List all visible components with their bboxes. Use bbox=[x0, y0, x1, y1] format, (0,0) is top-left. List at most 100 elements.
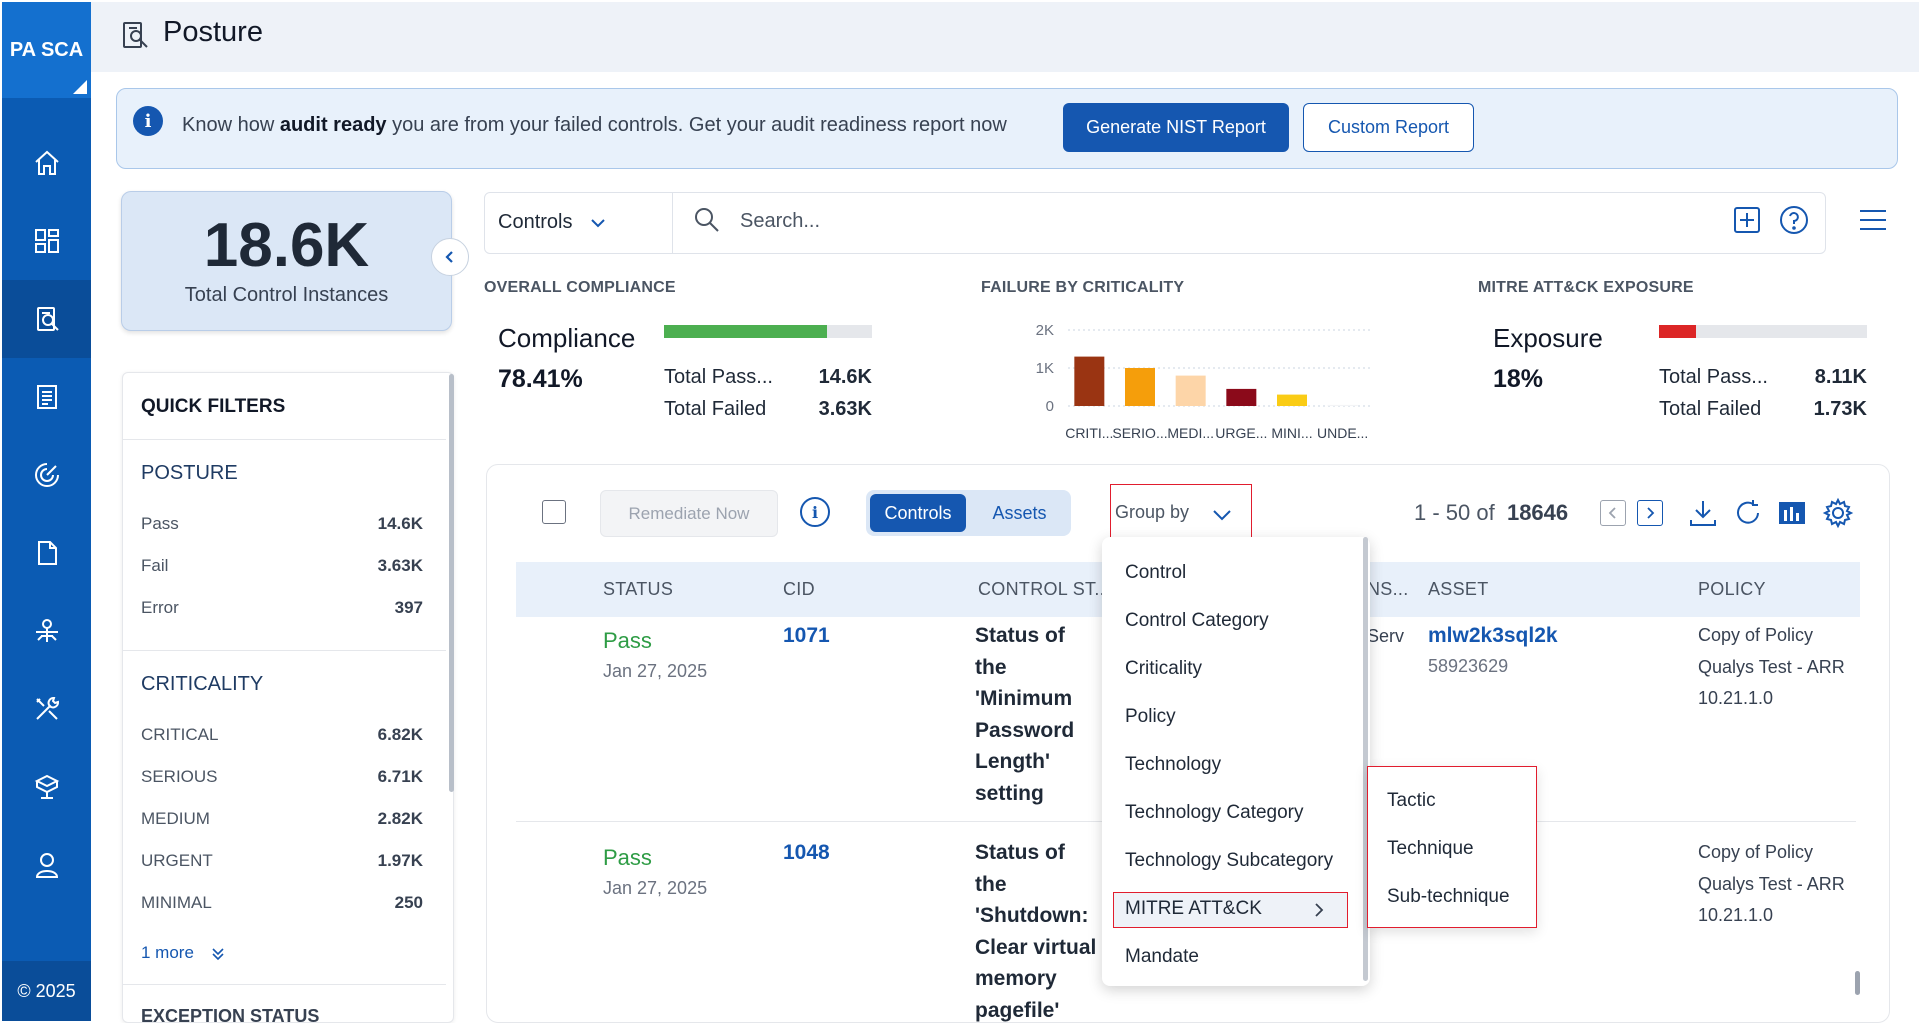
compliance-percent: 78.41% bbox=[498, 365, 583, 393]
help-button[interactable] bbox=[1779, 205, 1809, 235]
submenu-item-tactic[interactable]: Tactic bbox=[1387, 790, 1436, 812]
chevron-left-icon bbox=[1608, 507, 1616, 519]
compliance-label: Compliance bbox=[498, 323, 636, 353]
asset-link[interactable]: mlw2k3sql2k bbox=[1428, 624, 1558, 648]
user-icon bbox=[35, 853, 58, 878]
search-icon bbox=[695, 208, 719, 232]
menu-item-criticality[interactable]: Criticality bbox=[1125, 658, 1202, 680]
table-scrollbar[interactable] bbox=[1855, 971, 1860, 995]
filter-error[interactable]: Error 397 bbox=[141, 598, 423, 618]
bar-unde[interactable] bbox=[1327, 404, 1358, 406]
pagination-summary: 1 - 50 of 18646 bbox=[1414, 500, 1569, 525]
col-status[interactable]: STATUS bbox=[603, 579, 673, 600]
filter-serious[interactable]: SERIOUS 6.71K bbox=[141, 767, 423, 787]
filter-critical[interactable]: CRITICAL 6.82K bbox=[141, 725, 423, 745]
filter-pass[interactable]: Pass 14.6K bbox=[141, 514, 423, 534]
col-asset[interactable]: ASSET bbox=[1428, 579, 1489, 600]
refresh-button[interactable] bbox=[1733, 498, 1763, 528]
nav-workflows[interactable] bbox=[2, 592, 91, 670]
nav-posture[interactable] bbox=[2, 280, 91, 358]
compliance-bar bbox=[664, 325, 872, 338]
show-more-link[interactable]: 1 more bbox=[141, 943, 225, 963]
exposure-passed-label: Total Pass... bbox=[1659, 366, 1768, 388]
collapse-panel-button[interactable] bbox=[431, 238, 469, 276]
status-value: Pass bbox=[603, 845, 652, 870]
chevron-down-icon bbox=[1213, 510, 1231, 521]
table-row: Pass bbox=[603, 628, 652, 654]
plus-square-icon bbox=[1734, 207, 1760, 233]
remediate-now-button[interactable]: Remediate Now bbox=[600, 490, 778, 537]
bar-mini[interactable] bbox=[1277, 394, 1307, 406]
menu-item-technology-category[interactable]: Technology Category bbox=[1125, 802, 1304, 824]
menu-button[interactable] bbox=[1858, 207, 1888, 233]
bar-chart-icon bbox=[1779, 502, 1805, 524]
add-filter-button[interactable] bbox=[1733, 206, 1761, 234]
banner-message: Know how audit ready you are from your f… bbox=[182, 114, 1007, 136]
criticality-chart: 2K 1K 0 CRITI... SERIO... MEDI... URGE... MINI.… bbox=[1020, 318, 1380, 450]
menu-item-policy[interactable]: Policy bbox=[1125, 706, 1176, 728]
brand-menu-corner-icon bbox=[73, 80, 87, 94]
select-all-checkbox[interactable] bbox=[542, 500, 566, 524]
asset-id: 58923629 bbox=[1428, 656, 1509, 676]
next-page-button[interactable] bbox=[1637, 500, 1663, 526]
cid-link[interactable]: 1048 bbox=[783, 841, 830, 865]
remediate-info-icon[interactable]: i bbox=[800, 497, 830, 527]
generate-nist-report-button[interactable]: Generate NIST Report bbox=[1063, 103, 1289, 152]
brand-logo[interactable]: PA SCA bbox=[2, 2, 91, 98]
menu-item-mandate[interactable]: Mandate bbox=[1125, 946, 1199, 968]
filter-urgent[interactable]: URGENT 1.97K bbox=[141, 851, 423, 871]
menu-item-control-category[interactable]: Control Category bbox=[1125, 610, 1269, 632]
bar-medi[interactable] bbox=[1175, 375, 1206, 406]
custom-report-button[interactable]: Custom Report bbox=[1303, 103, 1474, 152]
cid-link[interactable]: 1071 bbox=[783, 624, 830, 648]
nav-packages[interactable] bbox=[2, 748, 91, 826]
brand-label: PA SCA bbox=[9, 38, 84, 61]
nav-tools[interactable] bbox=[2, 670, 91, 748]
nav-documents[interactable] bbox=[2, 514, 91, 592]
col-control-statement[interactable]: CONTROL ST... bbox=[978, 579, 1110, 600]
x-tick-label: CRITI... bbox=[1065, 425, 1113, 441]
nav-reports[interactable] bbox=[2, 358, 91, 436]
col-policy[interactable]: POLICY bbox=[1698, 579, 1766, 600]
submenu-item-technique[interactable]: Technique bbox=[1387, 838, 1474, 860]
nav-dashboard[interactable] bbox=[2, 202, 91, 280]
col-cid[interactable]: CID bbox=[783, 579, 815, 600]
exposure-failed-label: Total Failed bbox=[1659, 398, 1762, 420]
tools-icon bbox=[35, 697, 59, 720]
compliance-passed-label: Total Pass... bbox=[664, 366, 773, 388]
total-label: Total Control Instances bbox=[184, 284, 389, 306]
nav-home[interactable] bbox=[2, 124, 91, 202]
bar-criti[interactable] bbox=[1074, 356, 1105, 406]
filter-minimal[interactable]: MINIMAL 250 bbox=[141, 893, 423, 913]
posture-icon bbox=[36, 307, 59, 331]
col-technology[interactable]: NS... bbox=[1367, 579, 1409, 600]
workflow-icon bbox=[35, 619, 58, 642]
menu-item-technology[interactable]: Technology bbox=[1125, 754, 1221, 776]
controls-toggle[interactable]: Controls bbox=[870, 494, 966, 532]
menu-item-technology-subcategory[interactable]: Technology Subcategory bbox=[1125, 850, 1333, 872]
menu-item-mitre-attack[interactable]: MITRE ATT&CK bbox=[1125, 898, 1262, 920]
filter-fail[interactable]: Fail 3.63K bbox=[141, 556, 423, 576]
gear-icon bbox=[1822, 497, 1854, 529]
submenu-item-sub-technique[interactable]: Sub-technique bbox=[1387, 886, 1510, 908]
posture-section-title: POSTURE bbox=[141, 462, 238, 484]
copyright: © 2025 bbox=[2, 961, 91, 1021]
exposure-bar-fill bbox=[1659, 325, 1697, 338]
filter-medium[interactable]: MEDIUM 2.82K bbox=[141, 809, 423, 829]
chart-view-button[interactable] bbox=[1777, 498, 1807, 528]
bar-urge[interactable] bbox=[1226, 388, 1257, 406]
nav-user[interactable] bbox=[2, 826, 91, 904]
filters-scrollbar[interactable] bbox=[449, 374, 454, 792]
download-button[interactable] bbox=[1688, 498, 1718, 528]
search-scope-select[interactable]: Controls bbox=[498, 211, 606, 234]
exposure-passed-value: 8.11K bbox=[1814, 366, 1867, 388]
prev-page-button[interactable] bbox=[1600, 500, 1626, 526]
bar-serio[interactable] bbox=[1125, 368, 1155, 406]
home-icon bbox=[34, 150, 59, 175]
menu-item-control[interactable]: Control bbox=[1125, 562, 1186, 584]
nav-scans[interactable] bbox=[2, 436, 91, 514]
search-input[interactable] bbox=[740, 206, 1700, 236]
dashboard-icon bbox=[34, 229, 59, 253]
assets-toggle[interactable]: Assets bbox=[972, 494, 1067, 532]
settings-button[interactable] bbox=[1822, 497, 1854, 529]
